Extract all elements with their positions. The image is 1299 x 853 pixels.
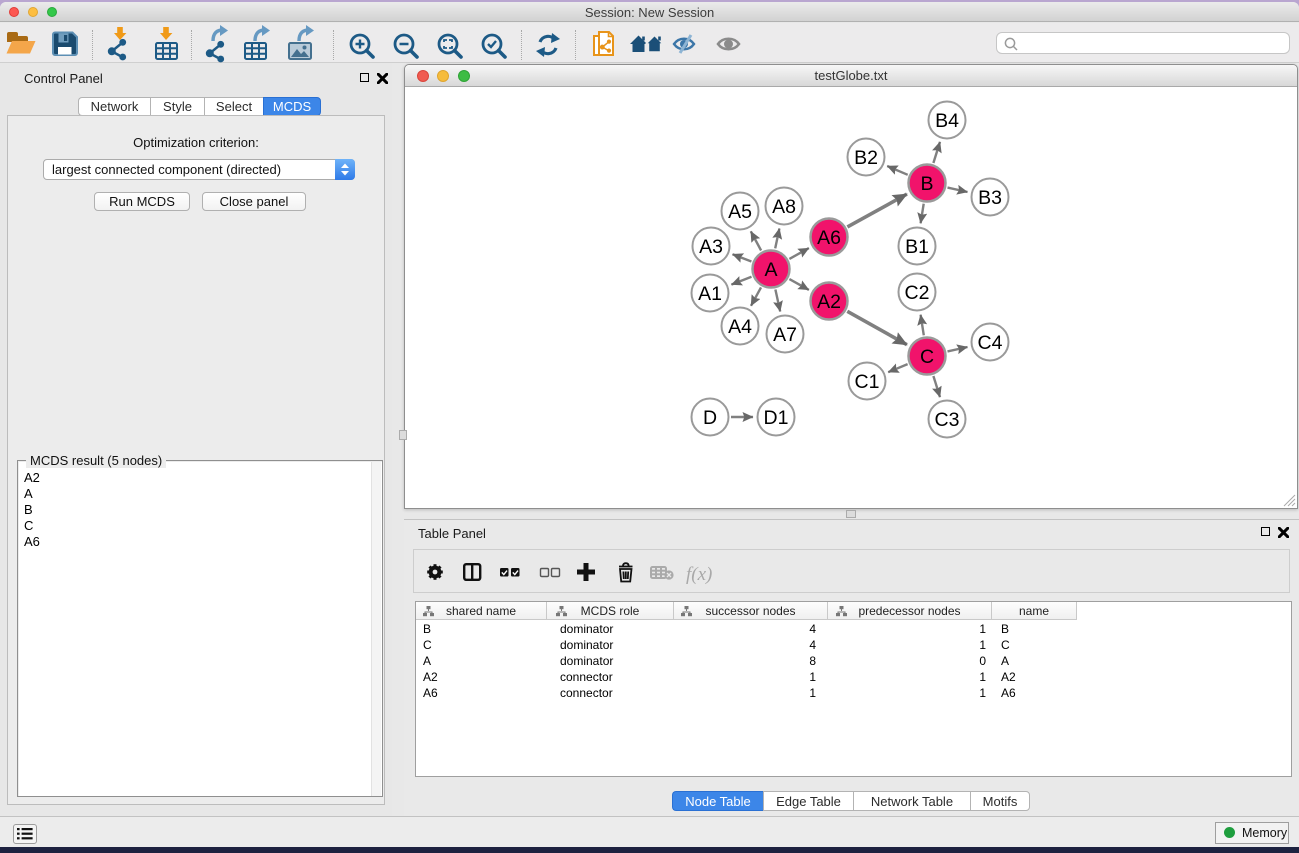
svg-text:C: C xyxy=(920,346,934,368)
svg-text:A4: A4 xyxy=(728,316,752,338)
svg-text:A1: A1 xyxy=(698,283,722,305)
svg-text:A6: A6 xyxy=(817,227,841,249)
svg-text:B: B xyxy=(920,173,933,195)
svg-text:A3: A3 xyxy=(699,236,723,258)
svg-text:C4: C4 xyxy=(978,332,1003,354)
svg-text:B2: B2 xyxy=(854,147,878,169)
svg-text:f(x): f(x) xyxy=(686,564,712,585)
svg-text:D1: D1 xyxy=(764,407,789,429)
svg-text:A7: A7 xyxy=(773,324,797,346)
svg-text:A8: A8 xyxy=(772,196,796,218)
svg-text:B4: B4 xyxy=(935,110,959,132)
svg-text:B3: B3 xyxy=(978,187,1002,209)
svg-text:A2: A2 xyxy=(817,291,841,313)
svg-text:C1: C1 xyxy=(855,371,880,393)
svg-text:A: A xyxy=(764,259,777,281)
svg-text:D: D xyxy=(703,407,717,429)
svg-text:C3: C3 xyxy=(935,409,960,431)
svg-text:B1: B1 xyxy=(905,236,929,258)
svg-text:A5: A5 xyxy=(728,201,752,223)
svg-text:C2: C2 xyxy=(905,282,930,304)
